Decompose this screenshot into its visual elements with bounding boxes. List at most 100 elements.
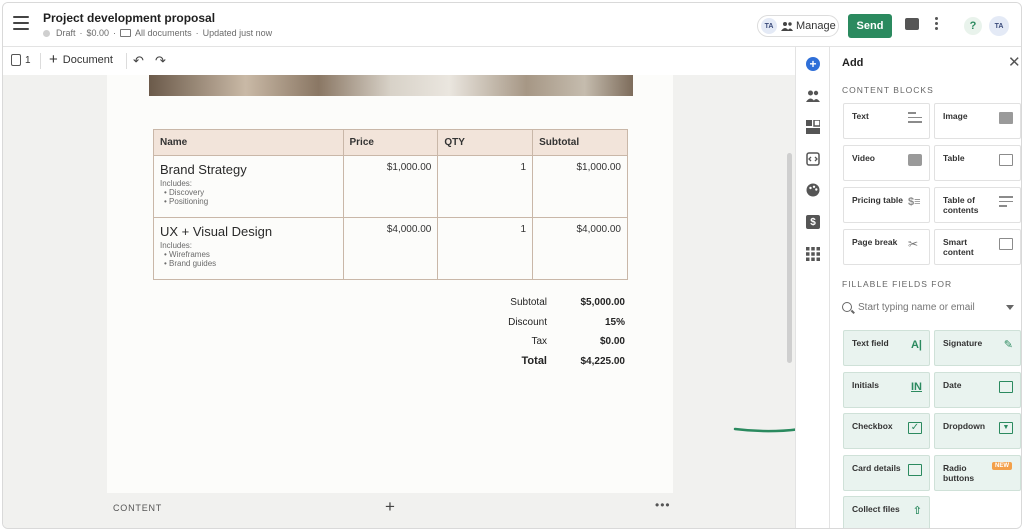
page-count: 1 bbox=[25, 54, 31, 66]
table-row[interactable]: UX + Visual Design Includes: Wireframes … bbox=[153, 217, 628, 280]
block-smart-content[interactable]: Smart content bbox=[934, 229, 1021, 265]
blocks-icon[interactable] bbox=[806, 120, 820, 134]
people-icon bbox=[781, 22, 793, 31]
block-text[interactable]: Text bbox=[843, 103, 930, 139]
block-video[interactable]: Video bbox=[843, 145, 930, 181]
field-collect-files[interactable]: Collect files ⇧ bbox=[843, 496, 930, 528]
image-icon bbox=[999, 112, 1013, 124]
total-row: Total $4,225.00 bbox=[521, 355, 625, 368]
add-icon[interactable]: + bbox=[806, 57, 820, 71]
pricing-icon[interactable]: $ bbox=[806, 215, 820, 229]
field-card-details[interactable]: Card details bbox=[843, 455, 930, 491]
item-cell[interactable]: Brand Strategy Includes: Discovery Posit… bbox=[153, 155, 344, 218]
subtotal-cell: $4,000.00 bbox=[532, 217, 628, 280]
block-page-break[interactable]: Page break ✂ bbox=[843, 229, 930, 265]
smart-content-icon bbox=[999, 238, 1013, 250]
qty-cell[interactable]: 1 bbox=[437, 155, 534, 218]
content-bar: CONTENT + ••• bbox=[107, 493, 673, 523]
item-name: UX + Visual Design bbox=[160, 224, 273, 239]
item-cell[interactable]: UX + Visual Design Includes: Wireframes … bbox=[153, 217, 344, 280]
status-dot-icon bbox=[43, 29, 50, 37]
close-icon[interactable]: ✕ bbox=[1008, 53, 1021, 71]
text-field-icon: A| bbox=[910, 339, 922, 351]
tax-row[interactable]: Tax $0.00 bbox=[477, 332, 625, 352]
block-image[interactable]: Image bbox=[934, 103, 1021, 139]
price-cell[interactable]: $1,000.00 bbox=[342, 155, 439, 218]
pages-icon bbox=[11, 54, 21, 66]
folder-link[interactable]: All documents bbox=[135, 28, 192, 38]
manage-button[interactable]: TA Manage bbox=[757, 15, 839, 37]
field-date[interactable]: Date bbox=[934, 372, 1021, 408]
checkbox-icon: ✓ bbox=[908, 422, 922, 434]
updated-text: Updated just now bbox=[202, 28, 273, 38]
more-options-icon[interactable]: ••• bbox=[655, 498, 671, 512]
price-cell[interactable]: $4,000.00 bbox=[342, 217, 439, 280]
block-table-of-contents[interactable]: Table of contents bbox=[934, 187, 1021, 223]
comment-icon[interactable] bbox=[905, 18, 919, 30]
table-row[interactable]: Brand Strategy Includes: Discovery Posit… bbox=[153, 155, 628, 218]
field-text-field[interactable]: Text field A| bbox=[843, 330, 930, 366]
apps-grid-icon[interactable] bbox=[806, 247, 820, 261]
more-options-icon[interactable] bbox=[935, 17, 939, 32]
block-pricing-table[interactable]: Pricing table $≡ bbox=[843, 187, 930, 223]
field-signature[interactable]: Signature ✎ bbox=[934, 330, 1021, 366]
hero-image bbox=[149, 75, 633, 96]
plus-icon: + bbox=[49, 51, 58, 68]
subtotal-row: Subtotal $5,000.00 bbox=[510, 297, 625, 309]
toolbar-divider bbox=[40, 53, 41, 69]
redo-icon[interactable]: ↷ bbox=[155, 53, 166, 69]
qty-cell[interactable]: 1 bbox=[437, 217, 534, 280]
add-block-icon[interactable]: + bbox=[385, 497, 395, 517]
pricing-table[interactable]: Name Price QTY Subtotal Brand Strategy I… bbox=[153, 129, 628, 280]
canvas-scrollbar[interactable] bbox=[787, 153, 792, 363]
panel-title: Add bbox=[842, 57, 864, 69]
app-window: Project development proposal Draft · $0.… bbox=[2, 2, 1022, 529]
search-icon bbox=[842, 302, 852, 312]
send-button[interactable]: Send bbox=[848, 14, 892, 38]
chevron-down-icon[interactable] bbox=[1006, 304, 1014, 310]
help-icon[interactable]: ? bbox=[964, 17, 982, 35]
palette-icon[interactable] bbox=[806, 183, 820, 197]
upload-icon: ⇧ bbox=[912, 505, 922, 517]
field-initials[interactable]: Initials IN bbox=[843, 372, 930, 408]
item-includes: Includes: Wireframes Brand guides bbox=[160, 241, 337, 268]
field-dropdown[interactable]: Dropdown ▼ bbox=[934, 413, 1021, 449]
list-item: Wireframes bbox=[164, 250, 337, 259]
document-title[interactable]: Project development proposal bbox=[43, 11, 215, 25]
add-panel: Add ✕ CONTENT BLOCKS Text Image Video Ta… bbox=[829, 47, 1021, 528]
content-blocks-label: CONTENT BLOCKS bbox=[842, 85, 934, 95]
dropdown-icon: ▼ bbox=[999, 422, 1013, 434]
recipient-search[interactable] bbox=[842, 297, 1018, 317]
menu-icon[interactable] bbox=[13, 16, 29, 30]
column-header-price: Price bbox=[342, 129, 439, 156]
list-item: Positioning bbox=[164, 197, 337, 206]
manage-label: Manage bbox=[796, 20, 836, 32]
discount-row[interactable]: Discount 15% bbox=[477, 313, 625, 333]
document-meta: Draft · $0.00 · All documents · Updated … bbox=[43, 28, 272, 38]
recipients-icon[interactable] bbox=[806, 89, 820, 103]
document-canvas[interactable]: Name Price QTY Subtotal Brand Strategy I… bbox=[3, 75, 831, 528]
list-item: Brand guides bbox=[164, 259, 337, 268]
column-header-name: Name bbox=[153, 129, 344, 156]
document-page[interactable]: Name Price QTY Subtotal Brand Strategy I… bbox=[107, 75, 673, 493]
block-table[interactable]: Table bbox=[934, 145, 1021, 181]
video-icon bbox=[908, 154, 922, 166]
scissors-icon: ✂ bbox=[908, 237, 919, 251]
initials-icon: IN bbox=[911, 381, 922, 393]
add-document-button[interactable]: + Document bbox=[49, 51, 113, 68]
credit-card-icon bbox=[908, 464, 922, 476]
editor-toolbar: 1 + Document ↶ ↷ bbox=[3, 47, 795, 75]
new-badge: NEW bbox=[992, 462, 1012, 470]
user-avatar[interactable]: TA bbox=[989, 16, 1009, 36]
document-price: $0.00 bbox=[86, 28, 110, 38]
item-includes: Includes: Discovery Positioning bbox=[160, 179, 337, 206]
recipient-search-input[interactable] bbox=[858, 301, 998, 313]
undo-icon[interactable]: ↶ bbox=[133, 53, 144, 69]
totals-summary: Subtotal $5,000.00 Discount 15% Tax $0.0… bbox=[477, 293, 625, 371]
content-label: CONTENT bbox=[113, 503, 163, 513]
avatar: TA bbox=[761, 18, 777, 34]
field-checkbox[interactable]: Checkbox ✓ bbox=[843, 413, 930, 449]
embed-icon[interactable] bbox=[806, 152, 820, 166]
field-radio-buttons[interactable]: Radio buttons NEW bbox=[934, 455, 1021, 491]
pages-button[interactable]: 1 bbox=[11, 54, 31, 66]
